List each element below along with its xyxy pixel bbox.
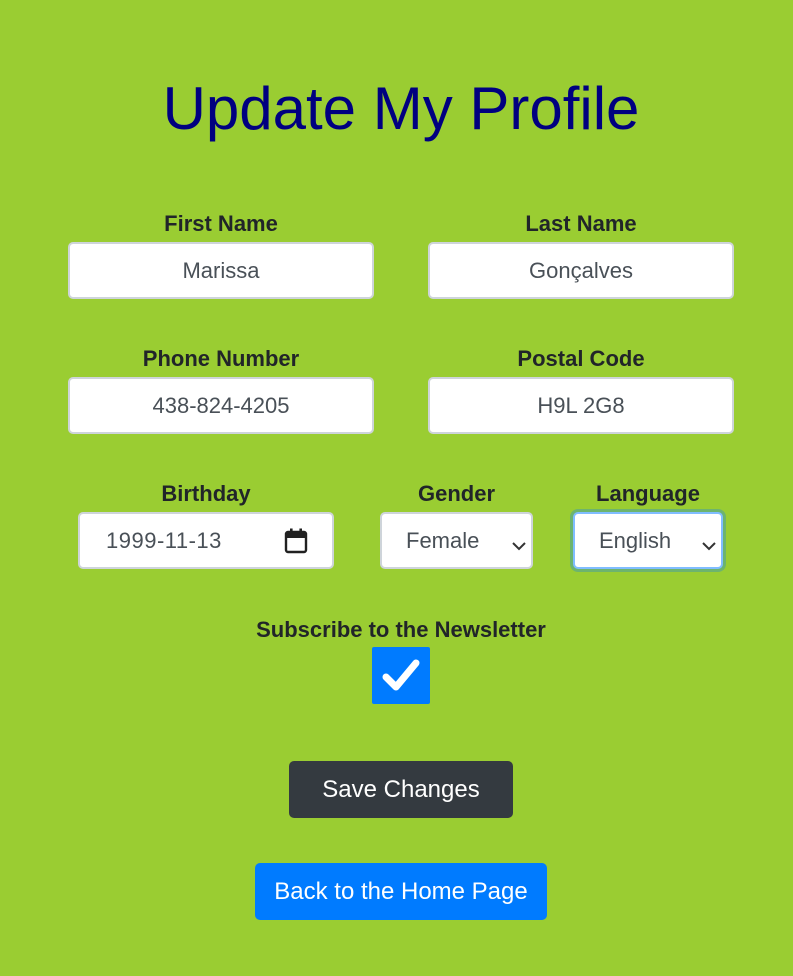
gender-select[interactable]: Female [380,512,533,569]
chevron-down-icon [511,533,527,551]
postal-code-field[interactable] [428,377,734,434]
last-name-field[interactable] [428,242,734,299]
gender-label: Gender [417,481,496,506]
birthday-value: 1999-11-13 [106,528,222,553]
back-to-home-button[interactable]: Back to the Home Page [255,863,547,920]
calendar-icon[interactable] [283,527,309,555]
birthday-date-field[interactable]: 1999-11-13 [78,512,334,569]
phone-number-label: Phone Number [142,346,300,371]
phone-number-field[interactable] [68,377,374,434]
birthday-label: Birthday [161,481,251,506]
language-selected-value: English [599,528,672,553]
page-title: Update My Profile [162,75,640,142]
first-name-field[interactable] [68,242,374,299]
language-select[interactable]: English [573,512,723,569]
first-name-label: First Name [164,211,278,236]
postal-code-label: Postal Code [517,346,645,371]
last-name-label: Last Name [525,211,637,236]
checkmark-icon [382,659,420,691]
save-changes-button[interactable]: Save Changes [289,761,513,818]
newsletter-label: Subscribe to the Newsletter [256,617,546,642]
gender-selected-value: Female [406,528,480,553]
chevron-down-icon [701,533,717,551]
language-label: Language [596,481,700,506]
newsletter-checkbox[interactable] [372,647,430,704]
